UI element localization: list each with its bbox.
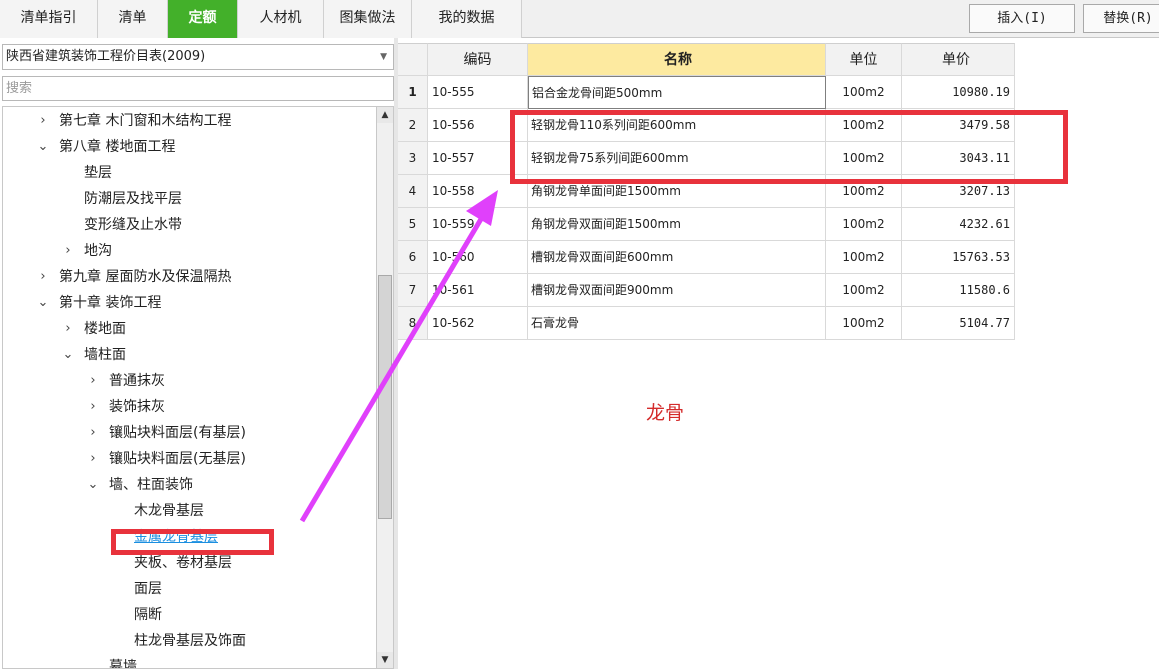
chevron-down-icon[interactable]: ⌄ (36, 135, 50, 159)
replace-button[interactable]: 替换(R) (1083, 4, 1159, 33)
cell-code[interactable]: 10-562 (428, 307, 528, 340)
cell-name[interactable]: 石膏龙骨 (528, 307, 826, 340)
cell-name[interactable]: 角钢龙骨双面间距1500mm (528, 208, 826, 241)
tree-node[interactable]: 防潮层及找平层 (84, 187, 182, 211)
chevron-right-icon[interactable]: › (86, 447, 100, 471)
cell-unit[interactable]: 100m2 (826, 274, 902, 307)
tree-node[interactable]: ⌄ 第八章 楼地面工程 (38, 135, 176, 159)
tree-node[interactable]: 垫层 (84, 161, 112, 185)
tree-node[interactable]: › 地沟 (65, 239, 112, 263)
library-select-value: 陕西省建筑装饰工程价目表(2009) (6, 49, 206, 64)
row-number[interactable]: 7 (398, 274, 428, 307)
scroll-down-icon[interactable]: ▼ (377, 652, 393, 668)
chevron-down-icon: ▼ (380, 52, 387, 62)
cell-unit[interactable]: 100m2 (826, 307, 902, 340)
highlight-box-tree (111, 529, 274, 555)
library-select[interactable]: 陕西省建筑装饰工程价目表(2009) ▼ (2, 44, 394, 70)
cell-price[interactable]: 15763.53 (902, 241, 1015, 274)
row-number[interactable]: 2 (398, 109, 428, 142)
tab-bill[interactable]: 清单 (98, 0, 168, 38)
cell-price[interactable]: 10980.19 (902, 76, 1015, 109)
column-header-name[interactable]: 名称 (528, 43, 826, 76)
row-number[interactable]: 4 (398, 175, 428, 208)
tab-labor-material-machine[interactable]: 人材机 (238, 0, 324, 38)
tab-bill-guide[interactable]: 清单指引 (0, 0, 98, 38)
row-number[interactable]: 3 (398, 142, 428, 175)
cell-code[interactable]: 10-555 (428, 76, 528, 109)
tree-node[interactable]: 柱龙骨基层及饰面 (134, 629, 246, 653)
tree-node[interactable]: 幕墙 (109, 655, 137, 668)
app-window: 清单指引 清单 定额 人材机 图集做法 我的数据 插入(I) 替换(R) 陕西省… (0, 0, 1159, 669)
cell-unit[interactable]: 100m2 (826, 76, 902, 109)
tree-node[interactable]: › 镶贴块料面层(无基层) (90, 447, 246, 471)
row-number[interactable]: 6 (398, 241, 428, 274)
column-header-unit[interactable]: 单位 (826, 43, 902, 76)
search-input[interactable] (2, 76, 394, 101)
cell-unit[interactable]: 100m2 (826, 208, 902, 241)
chevron-right-icon[interactable]: › (36, 109, 50, 133)
column-header-price[interactable]: 单价 (902, 43, 1015, 76)
highlight-box-rows (510, 110, 1068, 184)
chevron-right-icon[interactable]: › (36, 265, 50, 289)
chevron-right-icon[interactable]: › (86, 395, 100, 419)
column-header-code[interactable]: 编码 (428, 43, 528, 76)
scroll-thumb[interactable] (378, 275, 392, 519)
tab-atlas-method[interactable]: 图集做法 (324, 0, 412, 38)
chevron-right-icon[interactable]: › (86, 369, 100, 393)
tree-node[interactable]: › 第七章 木门窗和木结构工程 (40, 109, 231, 133)
tab-quota[interactable]: 定额 (168, 0, 238, 38)
tree-node[interactable]: › 镶贴块料面层(有基层) (90, 421, 246, 445)
tree-node[interactable]: 变形缝及止水带 (84, 213, 182, 237)
tree-node[interactable]: ⌄ 第十章 装饰工程 (38, 291, 162, 315)
tree-node[interactable]: 面层 (134, 577, 162, 601)
cell-name[interactable]: 铝合金龙骨间距500mm (528, 76, 826, 109)
tree-scrollbar[interactable]: ▲ ▼ (376, 106, 394, 669)
tree-node[interactable]: › 普通抹灰 (90, 369, 165, 393)
chevron-down-icon[interactable]: ⌄ (61, 343, 75, 367)
chevron-down-icon[interactable]: ⌄ (36, 291, 50, 315)
chapter-tree: › 第七章 木门窗和木结构工程 ⌄ 第八章 楼地面工程 垫层 防潮层及找平层 变形缝… (2, 106, 376, 669)
tree-node[interactable]: 隔断 (134, 603, 162, 627)
row-number[interactable]: 8 (398, 307, 428, 340)
tree-node[interactable]: › 第九章 屋面防水及保温隔热 (40, 265, 231, 289)
cell-name[interactable]: 槽钢龙骨双面间距900mm (528, 274, 826, 307)
cell-unit[interactable]: 100m2 (826, 241, 902, 274)
insert-button[interactable]: 插入(I) (969, 4, 1075, 33)
cell-price[interactable]: 4232.61 (902, 208, 1015, 241)
cell-code[interactable]: 10-561 (428, 274, 528, 307)
scroll-up-icon[interactable]: ▲ (377, 107, 393, 123)
tree-node[interactable]: › 楼地面 (65, 317, 126, 341)
chevron-right-icon[interactable]: › (61, 239, 75, 263)
cell-code[interactable]: 10-559 (428, 208, 528, 241)
cell-price[interactable]: 11580.6 (902, 274, 1015, 307)
tree-node[interactable]: ⌄ 墙、柱面装饰 (88, 473, 193, 497)
tree-node[interactable]: 木龙骨基层 (134, 499, 204, 523)
cell-name[interactable]: 槽钢龙骨双面间距600mm (528, 241, 826, 274)
chevron-right-icon[interactable]: › (61, 317, 75, 341)
cell-price[interactable]: 5104.77 (902, 307, 1015, 340)
tab-bar: 清单指引 清单 定额 人材机 图集做法 我的数据 插入(I) 替换(R) (0, 0, 1159, 38)
row-number[interactable]: 1 (398, 76, 428, 109)
chevron-down-icon[interactable]: ⌄ (86, 473, 100, 497)
annotation-label: 龙骨 (646, 402, 685, 424)
tree-node[interactable]: › 装饰抹灰 (90, 395, 165, 419)
tree-node[interactable]: ⌄ 墙柱面 (63, 343, 126, 367)
cell-code[interactable]: 10-560 (428, 241, 528, 274)
row-number[interactable]: 5 (398, 208, 428, 241)
tab-my-data[interactable]: 我的数据 (412, 0, 522, 38)
chevron-right-icon[interactable]: › (86, 421, 100, 445)
grid-corner (398, 43, 428, 76)
